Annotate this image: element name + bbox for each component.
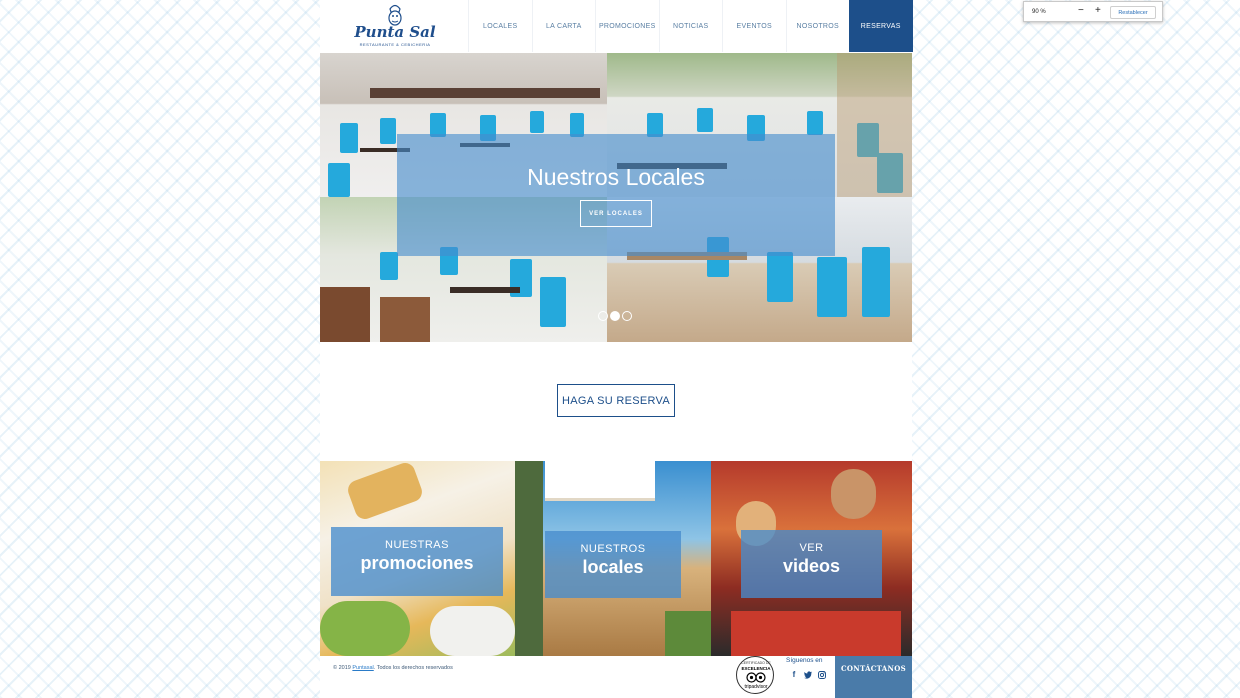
- zoom-reset-button[interactable]: Restablecer: [1110, 6, 1156, 19]
- nav-item-la-carta[interactable]: LA CARTA: [531, 0, 596, 52]
- haga-su-reserva-button[interactable]: HAGA SU RESERVA: [557, 384, 675, 417]
- card-videos[interactable]: VER videos: [711, 461, 912, 656]
- card-promociones-small: NUESTRAS: [385, 539, 449, 551]
- copyright-prefix: © 2019: [333, 665, 353, 671]
- card-promociones-label: NUESTRAS promociones: [331, 527, 503, 596]
- facebook-icon[interactable]: f: [790, 670, 798, 679]
- social-title: Síguenos en: [786, 657, 823, 664]
- zoom-popup: 90 % − + Restablecer: [1023, 1, 1163, 22]
- slider-dot-1[interactable]: [598, 311, 608, 321]
- hero-title: Nuestros Locales: [527, 164, 705, 190]
- copyright-text: © 2019 Puntasal. Todos los derechos rese…: [333, 665, 453, 671]
- page-container: Punta Sal RESTAURANTE & CEBICHERIA LOCAL…: [320, 0, 913, 698]
- zoom-out-button[interactable]: −: [1078, 6, 1084, 16]
- card-videos-small: VER: [799, 542, 824, 554]
- slider-dot-2[interactable]: [610, 311, 620, 321]
- tripadvisor-badge-mid: EXCELENCIA: [741, 666, 771, 671]
- tripadvisor-badge-bottom: tripadvisor: [744, 684, 768, 690]
- instagram-icon[interactable]: [818, 670, 826, 679]
- logo-text: Punta Sal: [354, 23, 436, 41]
- card-promociones[interactable]: NUESTRAS promociones: [320, 461, 515, 656]
- nav-item-eventos[interactable]: EVENTOS: [722, 0, 786, 52]
- ver-locales-button[interactable]: VER LOCALES: [580, 200, 652, 227]
- nav-item-promociones[interactable]: PROMOCIONES: [595, 0, 659, 52]
- slider-pagination: [598, 311, 632, 321]
- tripadvisor-badge-top: CERTIFICADO DE: [741, 661, 771, 665]
- main-nav: LOCALES LA CARTA PROMOCIONES NOTICIAS EV…: [468, 0, 913, 52]
- nav-item-nosotros[interactable]: NOSOTROS: [785, 0, 850, 52]
- logo-subtitle: RESTAURANTE & CEBICHERIA: [359, 42, 431, 47]
- site-logo[interactable]: Punta Sal RESTAURANTE & CEBICHERIA: [352, 3, 438, 49]
- card-locales-label: NUESTROS locales: [545, 531, 681, 598]
- feature-cards: NUESTRAS promociones NUESTROS locales VE…: [320, 461, 912, 656]
- site-footer: © 2019 Puntasal. Todos los derechos rese…: [320, 656, 912, 698]
- card-locales-big: locales: [582, 557, 644, 577]
- twitter-icon[interactable]: [804, 670, 812, 679]
- site-header: Punta Sal RESTAURANTE & CEBICHERIA LOCAL…: [320, 0, 913, 52]
- nav-item-locales[interactable]: LOCALES: [468, 0, 532, 52]
- slider-dot-3[interactable]: [622, 311, 632, 321]
- social-links: f: [790, 670, 826, 679]
- zoom-in-button[interactable]: +: [1095, 6, 1101, 16]
- card-locales-small: NUESTROS: [580, 543, 646, 555]
- contactanos-button[interactable]: CONTÁCTANOS: [835, 656, 912, 698]
- zoom-level: 90 %: [1032, 9, 1046, 15]
- card-videos-big: videos: [782, 556, 841, 576]
- card-videos-label: VER videos: [741, 530, 882, 598]
- copyright-link[interactable]: Puntasal: [352, 665, 373, 671]
- hero-caption-box: Nuestros Locales VER LOCALES: [397, 134, 835, 256]
- nav-item-reservas[interactable]: RESERVAS: [849, 0, 913, 52]
- nav-item-noticias[interactable]: NOTICIAS: [658, 0, 723, 52]
- copyright-suffix: . Todos los derechos reservados: [373, 665, 453, 671]
- tripadvisor-badge[interactable]: CERTIFICADO DE EXCELENCIA tripadvisor: [736, 656, 774, 694]
- card-promociones-big: promociones: [360, 553, 474, 573]
- hero-slider[interactable]: Nuestros Locales VER LOCALES: [320, 53, 912, 342]
- card-locales[interactable]: NUESTROS locales: [515, 461, 711, 656]
- tripadvisor-owl-icon: [746, 672, 766, 683]
